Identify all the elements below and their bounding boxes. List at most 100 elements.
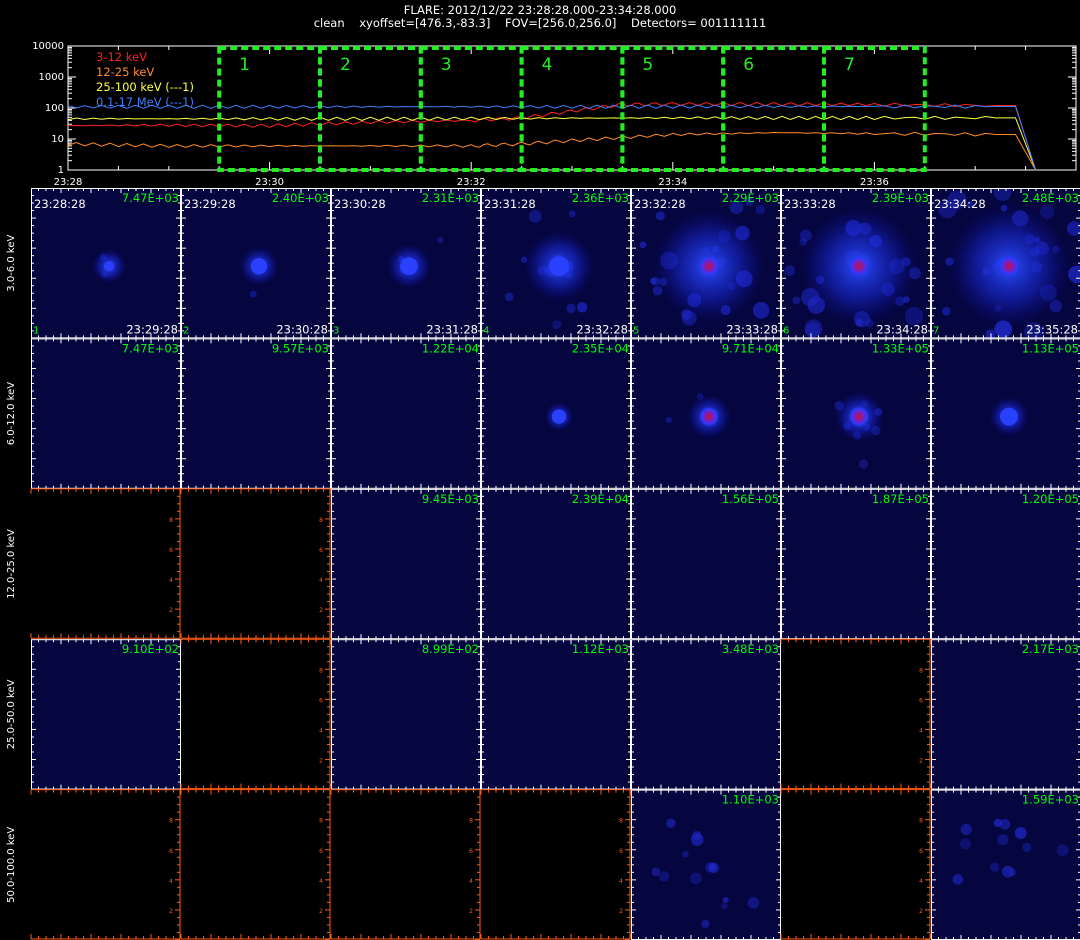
image-max-value: 1.13E+05 xyxy=(1022,341,1079,355)
empty-cell-tick-label: 2 xyxy=(919,758,923,765)
x-tick-label: 23:36 xyxy=(860,177,889,188)
empty-cell-tick-label: 6 xyxy=(919,848,923,855)
noise-blob xyxy=(552,320,562,330)
noise-blob xyxy=(755,204,766,215)
interval-label-4: 4 xyxy=(542,55,553,75)
empty-cell-tick-label: 2 xyxy=(619,908,623,915)
noise-blob xyxy=(990,862,1000,872)
image-cell: 7.47E+03 xyxy=(31,338,181,489)
y-tick-label: 1000 xyxy=(39,72,64,83)
noise-blob xyxy=(747,897,760,909)
image-max-value: 2.17E+03 xyxy=(1022,642,1079,656)
y-tick-label: 10000 xyxy=(32,41,64,52)
interval-end-time: 23:29:28 xyxy=(126,322,178,336)
image-cell: 2 4 6 8 xyxy=(780,789,932,940)
image-background xyxy=(631,488,781,640)
empty-cell-background xyxy=(181,789,331,940)
noise-blob xyxy=(993,818,1003,828)
empty-cell-tick-label: 2 xyxy=(319,758,323,765)
image-max-value: 1.20E+05 xyxy=(1022,492,1079,506)
y-tick-label: 1 xyxy=(58,165,64,176)
noise-blob xyxy=(690,833,704,846)
image-cell: 2 4 6 8 xyxy=(180,789,332,940)
image-cell: 1.56E+05 xyxy=(631,488,781,640)
series-line-4 xyxy=(67,104,1037,171)
interval-box-5 xyxy=(620,46,726,172)
empty-cell-tick-label: 2 xyxy=(919,908,923,915)
image-background xyxy=(31,639,181,790)
image-grid: 3.0-6.0 keV 6.0-12.0 keV 12.0-25.0 keV 25.0… xyxy=(6,188,1080,940)
interval-end-time: 23:35:28 xyxy=(1026,322,1078,336)
image-cell: 1.33E+05 xyxy=(781,338,931,489)
interval-start-time: 23:33:28 xyxy=(784,197,836,211)
image-max-value: 2.36E+03 xyxy=(572,191,629,205)
energy-band-label: 50.0-100.0 keV xyxy=(6,827,17,903)
interval-number: 6 xyxy=(783,325,789,336)
empty-cell-tick-label: 6 xyxy=(319,697,323,704)
image-cell: 2.39E+04 xyxy=(481,488,631,640)
empty-cell-tick-label: 2 xyxy=(169,908,173,915)
empty-cell-tick-label: 8 xyxy=(319,667,323,674)
image-max-value: 9.45E+03 xyxy=(422,492,479,506)
image-max-value: 3.48E+03 xyxy=(722,642,779,656)
empty-cell-tick-label: 8 xyxy=(619,818,623,825)
noise-blob xyxy=(665,416,672,424)
noise-blob xyxy=(701,919,710,928)
interval-end-time: 23:31:28 xyxy=(426,322,478,336)
source-core xyxy=(998,255,1020,278)
empty-cell-tick-label: 4 xyxy=(319,577,323,584)
empty-cell-tick-label: 2 xyxy=(319,607,323,614)
source-core xyxy=(400,257,418,276)
image-cell: 2 4 6 8 xyxy=(780,638,932,791)
empty-cell-tick-label: 2 xyxy=(469,908,473,915)
energy-band-label: 25.0-50.0 keV xyxy=(6,679,17,749)
interval-label-3: 3 xyxy=(441,55,452,75)
empty-cell-tick-label: 2 xyxy=(319,908,323,915)
interval-end-time: 23:33:28 xyxy=(726,322,778,336)
noise-blob xyxy=(655,211,665,221)
noise-blob xyxy=(528,209,542,223)
interval-number: 4 xyxy=(483,325,489,336)
noise-blob xyxy=(566,303,576,314)
noise-blob xyxy=(997,834,1009,846)
interval-label-5: 5 xyxy=(642,55,653,75)
image-cell: 2.39E+03 23:33:28 23:34:28 6 xyxy=(781,188,931,339)
image-background xyxy=(931,488,1080,640)
image-cell: 2.17E+03 xyxy=(931,639,1080,790)
noise-blob xyxy=(576,302,588,313)
image-cell: 2 4 6 8 xyxy=(180,488,332,640)
x-tick-label: 23:32 xyxy=(457,177,486,188)
image-cell: 9.57E+03 xyxy=(181,338,331,489)
series-line-1 xyxy=(67,101,1037,171)
image-cell: 2.40E+03 23:29:28 23:30:28 2 xyxy=(181,188,331,339)
empty-cell-background xyxy=(181,639,331,790)
noise-blob xyxy=(639,241,647,249)
noise-blob xyxy=(722,896,729,904)
image-max-value: 8.99E+02 xyxy=(422,642,479,656)
empty-cell-tick-label: 6 xyxy=(469,848,473,855)
y-tick-label: 100 xyxy=(45,103,64,114)
interval-start-time: 23:32:28 xyxy=(634,197,686,211)
empty-cell-tick-label: 8 xyxy=(469,818,473,825)
source-core xyxy=(848,255,870,278)
source-core xyxy=(1000,407,1018,426)
empty-cell-background xyxy=(481,789,631,940)
legend-entry-1: 3-12 keV xyxy=(96,50,147,64)
interval-number: 2 xyxy=(183,325,189,336)
image-max-value: 2.29E+03 xyxy=(722,191,779,205)
empty-cell-background xyxy=(781,789,931,940)
image-max-value: 2.35E+04 xyxy=(572,341,629,355)
image-cell: 2 4 6 8 xyxy=(180,638,332,791)
source-core xyxy=(549,256,569,277)
legend-entry-4: 0.1-17 MeV (---1) xyxy=(96,95,194,109)
noise-blob xyxy=(952,874,964,885)
interval-number: 5 xyxy=(633,325,639,336)
image-cell: 2 4 6 8 xyxy=(30,488,182,640)
image-cell: 9.45E+03 xyxy=(331,488,481,640)
energy-band-label: 12.0-25.0 keV xyxy=(6,529,17,599)
empty-cell-tick-label: 6 xyxy=(169,848,173,855)
interval-label-2: 2 xyxy=(340,55,351,75)
image-cell: 9.10E+02 xyxy=(31,639,181,790)
image-cell: 9.71E+04 xyxy=(631,338,781,489)
noise-blob xyxy=(752,301,770,319)
